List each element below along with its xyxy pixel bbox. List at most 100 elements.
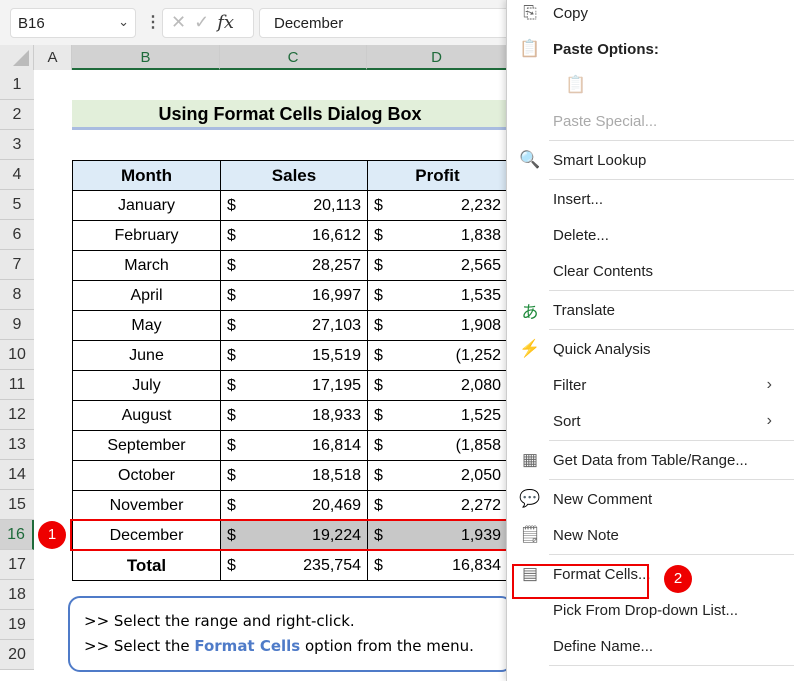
name-box[interactable]: B16 ⌄ (10, 8, 136, 38)
cell-month[interactable]: April (72, 280, 221, 311)
cell-sales[interactable]: $16,814 (220, 430, 368, 461)
cancel-icon[interactable]: ✕ (171, 12, 194, 32)
currency-symbol: $ (374, 226, 383, 244)
sales-value: 16,997 (312, 286, 361, 304)
cell-sales[interactable]: $20,469 (220, 490, 368, 521)
column-header-a[interactable]: A (34, 45, 72, 70)
profit-value: 2,050 (460, 466, 501, 484)
menu-item-label: Pick From Drop-down List... (553, 601, 739, 619)
table-row: August $18,933 $1,525 (72, 400, 508, 431)
menu-item-copy[interactable]: ⎘ Copy (507, 0, 794, 31)
cell-profit[interactable]: $2,080 (367, 370, 508, 401)
menu-item-quick-analysis[interactable]: ⚡ Quick Analysis (507, 331, 794, 367)
menu-item-define-name[interactable]: Define Name... (507, 628, 794, 664)
cell-profit[interactable]: $ (1,858 (367, 430, 508, 461)
cell-profit[interactable]: $1,535 (367, 280, 508, 311)
cell-sales[interactable]: $28,257 (220, 250, 368, 281)
menu-item-get-data-from-table-range[interactable]: ▦ Get Data from Table/Range... (507, 442, 794, 478)
select-all-button[interactable] (0, 45, 34, 70)
formula-input[interactable]: December (259, 8, 519, 38)
cell-sales[interactable]: $235,754 (220, 550, 368, 581)
menu-item-clear-contents[interactable]: Clear Contents (507, 253, 794, 289)
cell-sales[interactable]: $16,612 (220, 220, 368, 251)
cell-month[interactable]: February (72, 220, 221, 251)
row-header-3[interactable]: 3 (0, 130, 34, 160)
currency-symbol: $ (374, 256, 383, 274)
row-header-8[interactable]: 8 (0, 280, 34, 310)
row-header-1[interactable]: 1 (0, 70, 34, 100)
cell-profit[interactable]: $16,834 (367, 550, 508, 581)
cell-sales[interactable]: $18,518 (220, 460, 368, 491)
menu-item-smart-lookup[interactable]: 🔍 Smart Lookup (507, 142, 794, 178)
cell-sales[interactable]: $18,933 (220, 400, 368, 431)
cell-profit[interactable]: $2,272 (367, 490, 508, 521)
more-icon[interactable]: ⋮ (145, 12, 161, 32)
menu-item-new-note[interactable]: 🗒 New Note (507, 517, 794, 553)
cell-sales[interactable]: $27,103 (220, 310, 368, 341)
row-header-13[interactable]: 13 (0, 430, 34, 460)
column-header-c[interactable]: C (220, 45, 367, 70)
paste-icon[interactable]: 📋 (553, 75, 599, 95)
menu-item-sort[interactable]: Sort › (507, 403, 794, 439)
profit-value: 1,838 (460, 226, 501, 244)
cell-profit[interactable]: $2,050 (367, 460, 508, 491)
column-header-d[interactable]: D (367, 45, 507, 70)
cell-sales[interactable]: $15,519 (220, 340, 368, 371)
insert-function-icon[interactable]: fx (217, 12, 234, 33)
cell-profit[interactable]: $1,838 (367, 220, 508, 251)
cell-profit[interactable]: $2,565 (367, 250, 508, 281)
cell-month[interactable]: Total (72, 550, 221, 581)
cell-profit[interactable]: $1,525 (367, 400, 508, 431)
menu-item-delete[interactable]: Delete... (507, 217, 794, 253)
row-header-17[interactable]: 17 (0, 550, 34, 580)
cell-month[interactable]: May (72, 310, 221, 341)
cell-profit[interactable]: $ (1,252 (367, 340, 508, 371)
menu-item-filter[interactable]: Filter › (507, 367, 794, 403)
cell-month[interactable]: July (72, 370, 221, 401)
menu-item-new-comment[interactable]: 💬 New Comment (507, 481, 794, 517)
cell-month[interactable]: March (72, 250, 221, 281)
profit-value: (1,858 (455, 436, 501, 454)
enter-icon[interactable]: ✓ (194, 12, 217, 32)
row-header-6[interactable]: 6 (0, 220, 34, 250)
cell-month[interactable]: June (72, 340, 221, 371)
row-header-10[interactable]: 10 (0, 340, 34, 370)
menu-separator (549, 440, 794, 441)
cell-month[interactable]: August (72, 400, 221, 431)
row-header-12[interactable]: 12 (0, 400, 34, 430)
cell-month[interactable]: November (72, 490, 221, 521)
row-header-15[interactable]: 15 (0, 490, 34, 520)
row-header-14[interactable]: 14 (0, 460, 34, 490)
cell-sales[interactable]: $17,195 (220, 370, 368, 401)
currency-symbol: $ (227, 196, 236, 214)
menu-item-paste-option[interactable]: 📋 (507, 67, 794, 103)
column-header-b[interactable]: B (72, 45, 220, 70)
cell-profit[interactable]: $2,232 (367, 190, 508, 221)
row-header-2[interactable]: 2 (0, 100, 34, 130)
sales-value: 235,754 (303, 556, 361, 574)
cell-month[interactable]: January (72, 190, 221, 221)
menu-item-paste-special[interactable]: Paste Special... (507, 103, 794, 139)
chevron-down-icon[interactable]: ⌄ (118, 14, 129, 30)
menu-item-insert[interactable]: Insert... (507, 181, 794, 217)
menu-item-translate[interactable]: あ Translate (507, 292, 794, 328)
row-header-9[interactable]: 9 (0, 310, 34, 340)
header-month[interactable]: Month (72, 160, 221, 191)
cell-month[interactable]: October (72, 460, 221, 491)
currency-symbol: $ (227, 376, 236, 394)
cell-month[interactable]: September (72, 430, 221, 461)
step-badge-2: 2 (664, 565, 692, 593)
cell-profit[interactable]: $1,908 (367, 310, 508, 341)
row-header-16[interactable]: 16 (0, 520, 34, 550)
header-profit[interactable]: Profit (367, 160, 508, 191)
row-header-19[interactable]: 19 (0, 610, 34, 640)
cell-sales[interactable]: $20,113 (220, 190, 368, 221)
row-header-4[interactable]: 4 (0, 160, 34, 190)
row-header-7[interactable]: 7 (0, 250, 34, 280)
header-sales[interactable]: Sales (220, 160, 368, 191)
row-header-20[interactable]: 20 (0, 640, 34, 670)
cell-sales[interactable]: $16,997 (220, 280, 368, 311)
row-header-18[interactable]: 18 (0, 580, 34, 610)
row-header-5[interactable]: 5 (0, 190, 34, 220)
row-header-11[interactable]: 11 (0, 370, 34, 400)
